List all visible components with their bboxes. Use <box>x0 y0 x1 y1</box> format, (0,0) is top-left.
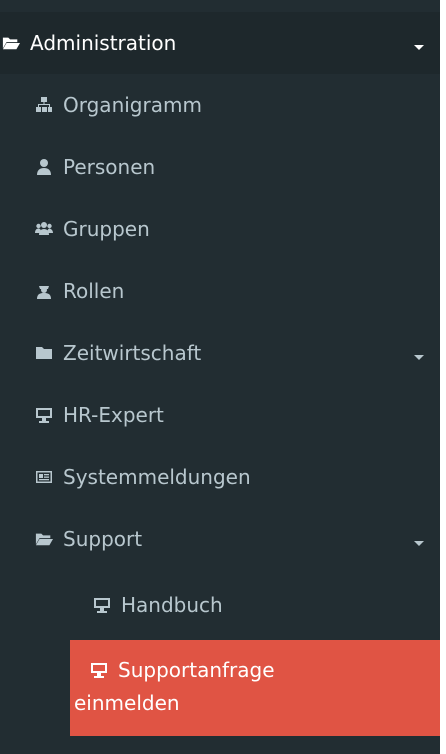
active-item-label-1: Supportanfrage <box>118 658 275 682</box>
id-card-icon <box>35 468 53 486</box>
chevron-down-icon <box>414 45 424 50</box>
folder-icon <box>35 344 53 362</box>
sidebar-item-label: Systemmeldungen <box>63 465 251 489</box>
users-icon <box>35 220 53 238</box>
sidebar-item-label: Handbuch <box>121 593 223 617</box>
desktop-icon <box>35 406 53 424</box>
chevron-down-icon <box>414 541 424 546</box>
sidebar-item-label: Zeitwirtschaft <box>63 341 202 365</box>
sidebar-item-label: HR-Expert <box>63 403 164 427</box>
sidebar-item-personen[interactable]: Personen <box>0 136 440 198</box>
user-secret-icon <box>35 282 53 300</box>
active-item-line1: Supportanfrage <box>72 654 440 687</box>
desktop-icon <box>93 596 111 614</box>
sidebar-item-zeitwirtschaft[interactable]: Zeitwirtschaft <box>0 322 440 384</box>
sidebar-item-label: Rollen <box>63 279 125 303</box>
sidebar-item-organigramm[interactable]: Organigramm <box>0 74 440 136</box>
sidebar-item-label: Personen <box>63 155 156 179</box>
desktop-icon <box>90 661 108 679</box>
sidebar-item-gruppen[interactable]: Gruppen <box>0 198 440 260</box>
chevron-down-icon <box>414 355 424 360</box>
sidebar-item-label: Support <box>63 527 143 551</box>
admin-sidebar: Administration Organigramm Personen Grup… <box>0 0 440 754</box>
folder-open-icon <box>35 530 53 548</box>
user-icon <box>35 158 53 176</box>
sitemap-icon <box>35 96 53 114</box>
sidebar-item-label: Organigramm <box>63 93 202 117</box>
sidebar-item-systemmeldungen[interactable]: Systemmeldungen <box>0 446 440 508</box>
page-edge <box>440 0 446 754</box>
menu-header-administration[interactable]: Administration <box>0 12 440 74</box>
active-item-label-2: einmelden <box>74 691 180 715</box>
sidebar-item-hr-expert[interactable]: HR-Expert <box>0 384 440 446</box>
folder-open-icon <box>2 34 20 52</box>
sidebar-item-rollen[interactable]: Rollen <box>0 260 440 322</box>
sidebar-item-label: Gruppen <box>63 217 150 241</box>
menu-header-label: Administration <box>30 31 177 55</box>
sidebar-subitem-supportanfrage[interactable]: Supportanfrage einmelden <box>70 640 440 736</box>
sidebar-item-support[interactable]: Support <box>0 508 440 570</box>
sidebar-subitem-handbuch[interactable]: Handbuch <box>0 574 440 636</box>
